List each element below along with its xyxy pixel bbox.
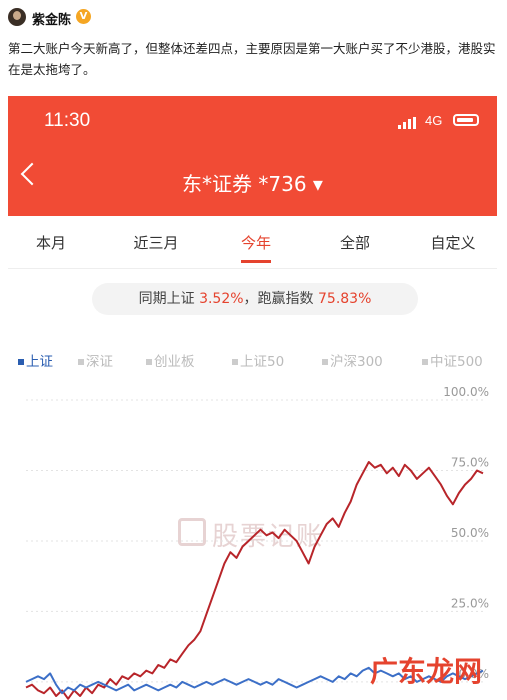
tab-this-year[interactable]: 今年 xyxy=(211,232,301,253)
index-return: 3.52% xyxy=(199,291,244,307)
post-header: 紫金陈 V xyxy=(0,0,507,36)
tab-custom[interactable]: 自定义 xyxy=(408,232,497,253)
post-text: 第二大账户今天新高了，但整体还差四点，主要原因是第一大账户买了不少港股，港股实在… xyxy=(8,41,496,77)
legend-item-sse50[interactable]: 上证50 xyxy=(232,350,284,370)
y-tick-label: 50.0% xyxy=(451,526,489,540)
y-tick-label: 25.0% xyxy=(451,596,489,610)
active-tab-indicator xyxy=(241,260,271,263)
performance-summary: 同期上证 3.52%，跑赢指数 75.83% xyxy=(92,283,418,315)
legend-item-sse[interactable]: 上证 xyxy=(18,350,53,370)
tab-this-month[interactable]: 本月 xyxy=(8,232,96,253)
legend-item-csi500[interactable]: 中证500 xyxy=(422,350,483,370)
username[interactable]: 紫金陈 xyxy=(32,9,71,28)
screenshot-image: 11:30 4G 东*证券 *736 ▾ 本月 近三月 今年 全部 自定义 同期… xyxy=(8,96,497,700)
legend-item-szse[interactable]: 深证 xyxy=(78,350,113,370)
app-header: 11:30 4G 东*证券 *736 ▾ xyxy=(8,96,497,216)
legend-item-csi300[interactable]: 沪深300 xyxy=(322,350,383,370)
legend-item-chinext[interactable]: 创业板 xyxy=(146,350,195,370)
period-tabs: 本月 近三月 今年 全部 自定义 xyxy=(8,216,497,269)
battery-icon xyxy=(453,114,479,126)
tab-three-months[interactable]: 近三月 xyxy=(111,232,201,253)
site-logo: 广东龙网 xyxy=(370,655,483,688)
status-time: 11:30 xyxy=(44,110,91,131)
y-tick-label: 100.0% xyxy=(443,385,489,399)
account-selector[interactable]: 东*证券 *736 ▾ xyxy=(8,168,497,197)
tab-all[interactable]: 全部 xyxy=(310,232,400,253)
network-type: 4G xyxy=(425,113,443,128)
verified-badge-icon: V xyxy=(76,9,91,24)
avatar[interactable] xyxy=(8,8,26,26)
summary-middle: ，跑赢指数 xyxy=(243,291,318,307)
outperform-value: 75.83% xyxy=(318,291,372,307)
y-tick-label: 75.0% xyxy=(451,455,489,469)
chart-legend: 上证 深证 创业板 上证50 沪深300 中证500 xyxy=(18,350,497,370)
signal-icon xyxy=(398,117,420,129)
summary-prefix: 同期上证 xyxy=(138,291,200,307)
